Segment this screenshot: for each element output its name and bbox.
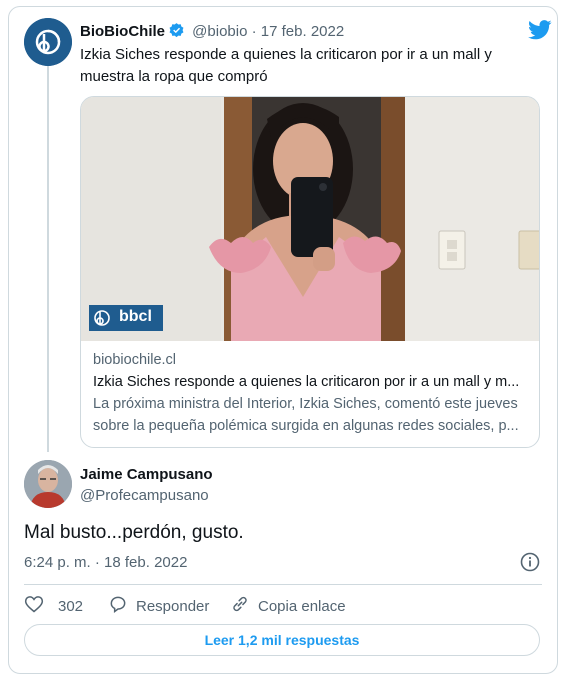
copy-link-button[interactable]: Copia enlace (230, 594, 346, 618)
divider (24, 584, 542, 585)
thread-line (47, 62, 49, 452)
author-handle[interactable]: @biobio (192, 23, 247, 40)
tweet-text: Izkia Siches responde a quienes la criti… (80, 46, 492, 85)
twitter-bird-icon[interactable] (528, 20, 552, 45)
link-domain: biobiochile.cl (93, 352, 177, 368)
tweet-header: BioBioChile @biobio · 17 feb. 2022 (80, 22, 344, 43)
copy-link-label: Copia enlace (258, 597, 346, 615)
reply-label: Responder (136, 597, 210, 615)
reply-author-name[interactable]: Jaime Campusano (80, 466, 213, 483)
link-meta: biobiochile.cl Izkia Siches responde a q… (93, 349, 529, 437)
reply-text: Mal busto...perdón, gusto. (24, 522, 244, 543)
link-title: Izkia Siches responde a quienes la criti… (93, 374, 520, 390)
read-replies-button[interactable]: Leer 1,2 mil respuestas (24, 624, 540, 656)
tweet-date[interactable]: 17 feb. 2022 (261, 23, 344, 40)
reply-author-handle[interactable]: @Profecampusano (80, 487, 209, 504)
link-preview-card[interactable]: bbcl biobiochile.cl Izkia Siches respond… (80, 96, 540, 448)
separator-dot: · (251, 23, 261, 40)
verified-badge-icon (168, 22, 185, 43)
reply-button[interactable]: Responder (108, 594, 209, 618)
article-photo: bbcl (81, 97, 539, 341)
reply-bubble-icon (108, 594, 136, 618)
link-icon (230, 594, 258, 618)
bbcl-watermark-text: bbcl (119, 308, 152, 325)
heart-icon (24, 594, 52, 618)
like-button[interactable]: 302 (24, 594, 83, 618)
like-count: 302 (58, 597, 84, 615)
info-icon[interactable] (520, 552, 540, 577)
reply-timestamp[interactable]: 6:24 p. m. · 18 feb. 2022 (24, 554, 187, 571)
biobio-avatar[interactable] (24, 18, 72, 66)
author-name[interactable]: BioBioChile (80, 23, 165, 40)
reply-author-avatar[interactable] (24, 460, 72, 508)
link-description: La próxima ministra del Interior, Izkia … (93, 396, 519, 434)
